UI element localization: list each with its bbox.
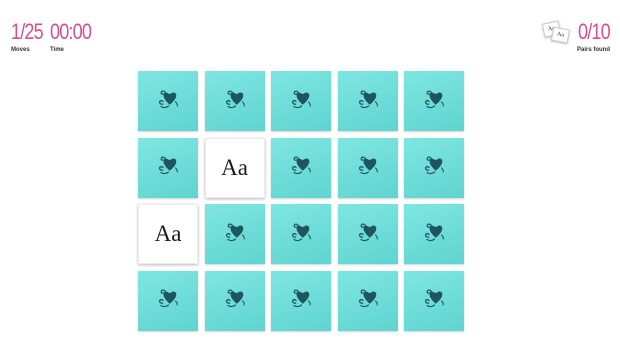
card-face-down[interactable] bbox=[337, 71, 398, 131]
card-pair-icon: Aa Aa bbox=[541, 20, 571, 46]
leaf-blob-icon bbox=[355, 221, 381, 248]
card-face-up[interactable]: Aa bbox=[204, 137, 265, 198]
leaf-blob-icon bbox=[288, 154, 314, 181]
card-face-down[interactable] bbox=[204, 71, 265, 131]
card-face-down[interactable] bbox=[271, 270, 331, 331]
pairs-label: Pairs found bbox=[576, 47, 610, 53]
card-face-down[interactable] bbox=[204, 204, 265, 264]
game-board: Aa Aa bbox=[138, 71, 464, 331]
leaf-blob-icon bbox=[288, 88, 314, 115]
leaf-blob-icon bbox=[421, 221, 447, 248]
leaf-blob-icon bbox=[355, 154, 381, 181]
card-face-down[interactable] bbox=[337, 204, 398, 264]
leaf-blob-icon bbox=[421, 154, 447, 181]
card-face-down[interactable] bbox=[404, 270, 464, 331]
card-face-down[interactable] bbox=[404, 71, 464, 131]
leaf-blob-icon bbox=[355, 287, 381, 314]
leaf-blob-icon bbox=[421, 287, 447, 314]
card-face-down[interactable] bbox=[337, 270, 398, 331]
pairs-value: 0/10 bbox=[578, 19, 611, 44]
card-face-up[interactable]: Aa bbox=[138, 204, 198, 264]
leaf-blob-icon bbox=[155, 287, 181, 314]
pairs-counter: 0/10 Pairs found bbox=[571, 19, 611, 54]
moves-value: 1/25 bbox=[11, 19, 44, 44]
card-face-down[interactable] bbox=[337, 137, 398, 198]
card-face-down[interactable] bbox=[404, 204, 464, 264]
card-face-down[interactable] bbox=[271, 204, 331, 264]
card-face-down[interactable] bbox=[204, 270, 265, 331]
card-face-down[interactable] bbox=[271, 137, 331, 198]
leaf-blob-icon bbox=[288, 221, 314, 248]
card-face-text: Aa bbox=[154, 221, 182, 246]
leaf-blob-icon bbox=[222, 287, 248, 314]
time-value: 00:00 bbox=[50, 19, 92, 44]
card-face-text: Aa bbox=[221, 154, 248, 180]
time-label: Time bbox=[50, 47, 64, 53]
card-face-down[interactable] bbox=[271, 71, 331, 131]
leaf-blob-icon bbox=[222, 88, 248, 115]
leaf-blob-icon bbox=[222, 221, 248, 248]
card-face-down[interactable] bbox=[138, 137, 198, 198]
leaf-blob-icon bbox=[421, 88, 447, 115]
moves-label: Moves bbox=[11, 47, 30, 53]
leaf-blob-icon bbox=[155, 154, 181, 181]
mini-card-back: Aa bbox=[550, 26, 571, 44]
card-face-down[interactable] bbox=[404, 137, 464, 198]
leaf-blob-icon bbox=[288, 287, 314, 314]
card-face-down[interactable] bbox=[138, 270, 198, 331]
leaf-blob-icon bbox=[155, 88, 181, 115]
time-counter: 00:00 Time bbox=[50, 19, 100, 54]
moves-counter: 1/25 Moves bbox=[11, 19, 50, 54]
card-face-down[interactable] bbox=[138, 71, 198, 131]
leaf-blob-icon bbox=[355, 88, 381, 115]
